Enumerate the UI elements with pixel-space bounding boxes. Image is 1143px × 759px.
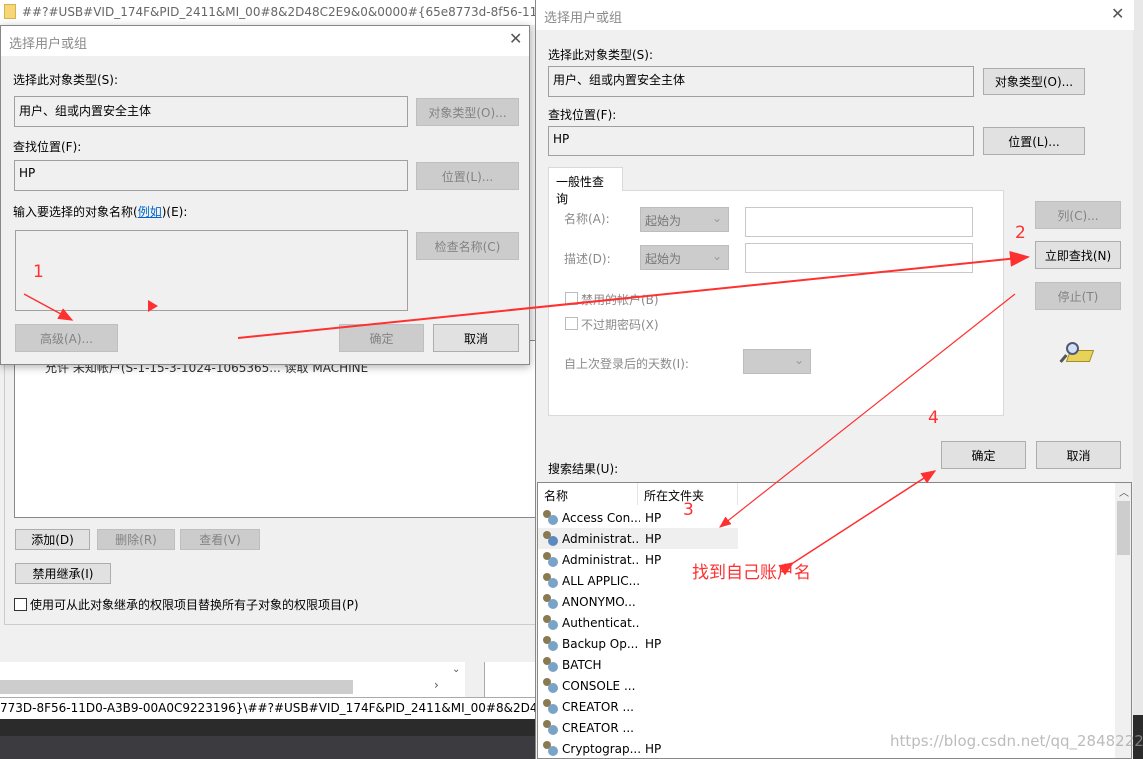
annotation-arrows: [23, 250, 1030, 576]
arrow-4: [778, 470, 937, 576]
annotation-3: 3: [683, 500, 694, 520]
arrow-3: [719, 293, 1016, 528]
annotation-note: 找到自己账户名: [692, 563, 811, 583]
annotation-2: 2: [1015, 223, 1026, 243]
annotation-4: 4: [928, 408, 939, 428]
arrow-small: [148, 300, 158, 312]
annotation-1: 1: [33, 262, 44, 282]
arrow-2: [237, 250, 1030, 339]
arrow-1: [23, 293, 74, 321]
